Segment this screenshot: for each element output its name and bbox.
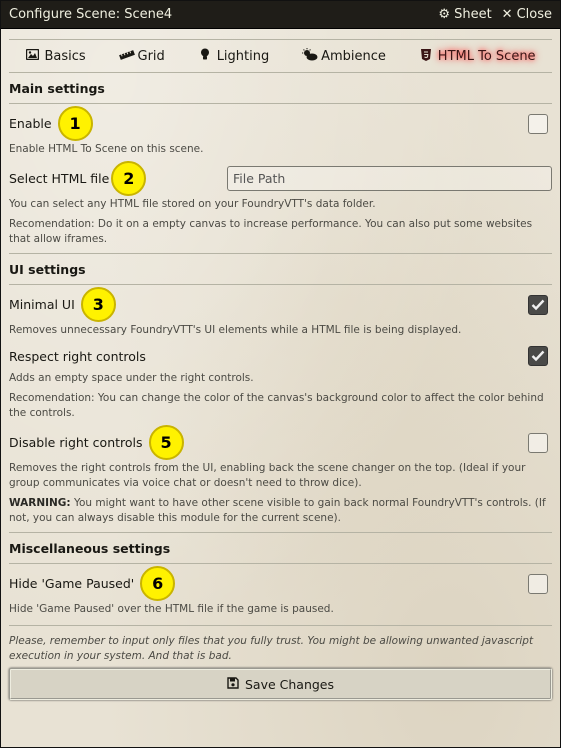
enable-label-wrap: Enable 1 [9,106,93,141]
callout-badge: 2 [111,161,147,196]
enable-checkbox[interactable] [528,113,548,134]
respect-controls-label: Respect right controls [9,348,146,364]
disable-controls-hint: Removes the right controls from the UI, … [9,462,526,489]
save-changes-label: Save Changes [244,676,335,692]
tab-label: Basics [44,48,86,64]
hide-paused-label-wrap: Hide 'Game Paused' 6 [9,566,176,601]
minimal-ui-row: Minimal UI 3 [9,287,552,322]
sheet-label: Sheet [454,7,492,22]
ui-settings-heading: UI settings [9,253,552,285]
callout-badge: 1 [57,106,93,141]
configure-scene-window: Configure Scene: Scene4 ⚙ Sheet ✕ Close … [0,0,561,748]
tab-lighting[interactable]: Lighting [192,45,276,67]
tab-ambience[interactable]: Ambience [296,45,392,67]
settings-content: Main settings Enable 1 Enable HTML To Sc… [1,73,560,700]
tab-grid[interactable]: Grid [113,46,171,67]
enable-label: Enable [9,116,52,131]
tab-basics[interactable]: Basics [19,46,91,67]
minimal-ui-checkbox[interactable] [528,294,548,315]
recommendation-hint: Recomendation: Do it on a empty canvas t… [9,218,533,245]
tab-label: Grid [137,48,165,64]
select-file-label: Select HTML file [9,171,110,186]
warning-text: You might want to have other scene visib… [9,497,546,524]
callout-badge: 5 [148,425,184,460]
hide-paused-hint: Hide 'Game Paused' over the HTML file if… [9,603,334,615]
sheet-button[interactable]: ⚙ Sheet [438,7,491,22]
disable-controls-checkbox[interactable] [528,432,548,453]
misc-settings-heading: Miscellaneous settings [9,532,552,564]
disable-controls-label: Disable right controls [9,435,143,450]
save-icon [227,676,239,692]
hide-paused-label: Hide 'Game Paused' [9,576,135,591]
respect-controls-recommendation: Recomendation: You can change the color … [9,392,544,419]
minimal-ui-hint: Removes unnecessary FoundryVTT's UI elem… [9,324,462,336]
close-icon: ✕ [501,7,513,22]
window-title: Configure Scene: Scene4 [9,7,173,22]
warning-label: WARNING: [9,497,71,509]
tab-label: Ambience [321,48,386,64]
respect-controls-checkbox[interactable] [528,346,548,366]
tab-bar: Basics Grid Lighting Ambience HTML To Sc… [9,39,552,73]
minimal-ui-label: Minimal UI [9,297,75,312]
enable-hint: Enable HTML To Scene on this scene. [9,143,204,155]
html5-icon [419,48,433,64]
enable-row: Enable 1 [9,106,552,141]
callout-badge: 3 [80,287,116,322]
disable-controls-warning: WARNING: You might want to have other sc… [9,496,552,526]
minimal-ui-label-wrap: Minimal UI 3 [9,287,116,322]
gear-icon: ⚙ [438,7,451,22]
select-file-label-wrap: Select HTML file 2 [9,161,147,196]
lightbulb-icon [198,48,212,64]
tab-html-to-scene[interactable]: HTML To Scene [413,46,542,67]
close-label: Close [516,7,552,22]
select-file-row: Select HTML file 2 File Path [9,161,552,196]
hide-paused-checkbox[interactable] [528,573,548,594]
select-file-hint: You can select any HTML file stored on y… [9,198,376,210]
image-icon [25,48,40,63]
callout-badge: 6 [140,566,176,601]
window-titlebar[interactable]: Configure Scene: Scene4 ⚙ Sheet ✕ Close [1,1,560,29]
ruler-icon [118,49,135,63]
cloud-sun-icon [302,48,318,64]
respect-controls-row: Respect right controls [9,342,552,370]
save-changes-button[interactable]: Save Changes [9,668,552,700]
file-path-input[interactable]: File Path [227,166,552,191]
disable-controls-label-wrap: Disable right controls 5 [9,425,184,460]
disable-controls-row: Disable right controls 5 [9,425,552,460]
hide-paused-row: Hide 'Game Paused' 6 [9,566,552,601]
tab-label: Lighting [216,48,270,64]
tab-label: HTML To Scene [437,48,536,64]
main-settings-heading: Main settings [9,73,552,104]
respect-controls-hint: Adds an empty space under the right cont… [9,372,254,384]
trust-warning-note: Please, remember to input only files tha… [9,625,552,664]
close-button[interactable]: ✕ Close [502,7,552,22]
